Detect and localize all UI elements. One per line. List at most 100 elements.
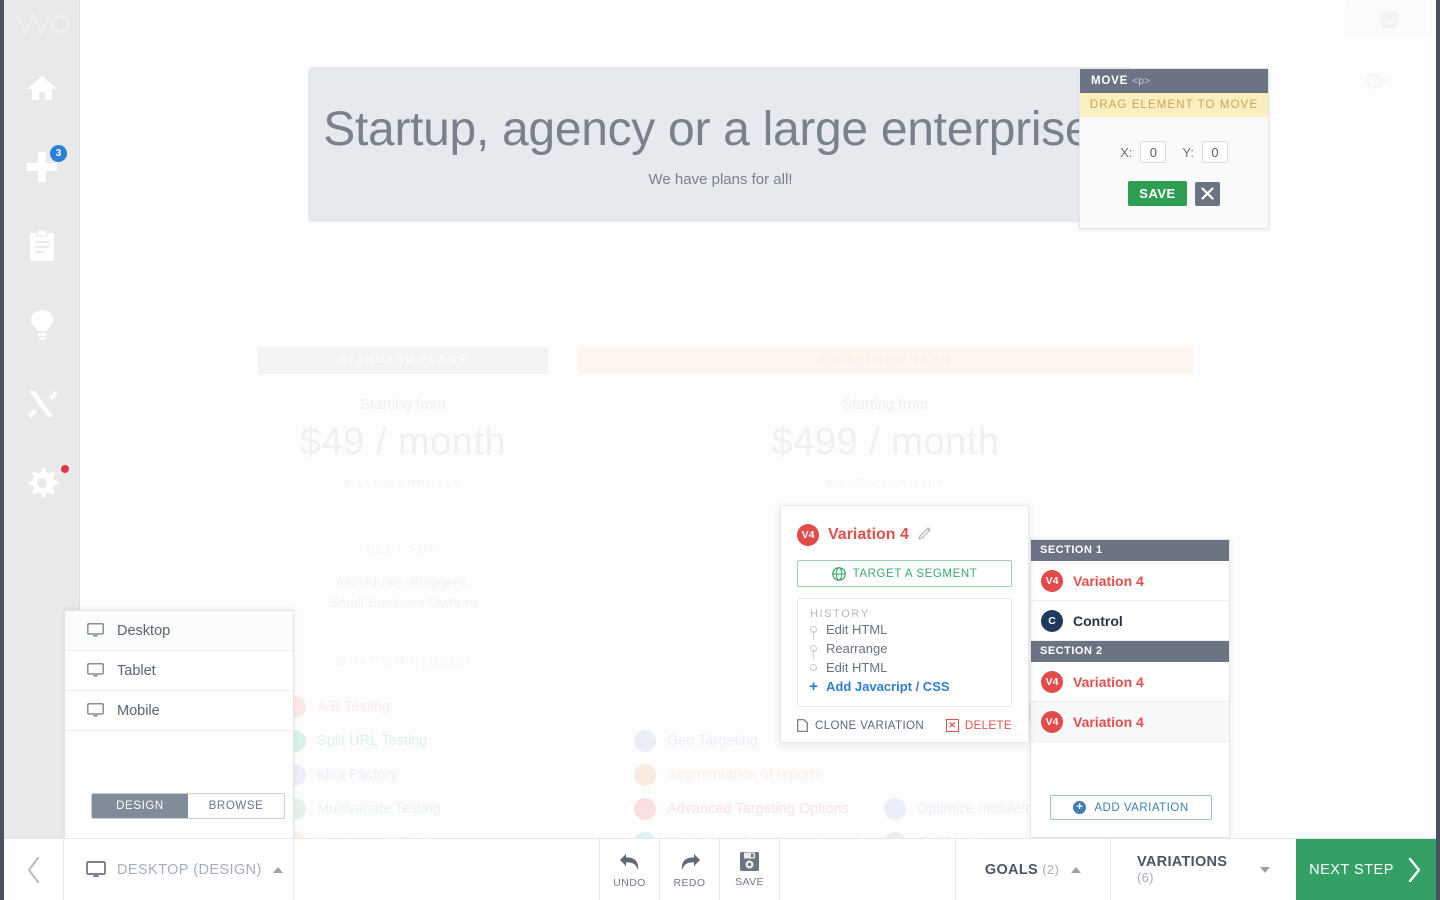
history-title: HISTORY bbox=[810, 608, 870, 620]
clipboard-icon bbox=[29, 228, 54, 261]
move-save-button[interactable]: SAVE bbox=[1128, 181, 1187, 206]
geo-targeting-icon bbox=[634, 730, 656, 753]
device-option-label: Tablet bbox=[117, 662, 156, 679]
variation-row-label: Variation 4 bbox=[1073, 572, 1144, 589]
list-item: Split URL Testing bbox=[284, 724, 548, 758]
feature-label: A/B Testing bbox=[317, 699, 391, 716]
save-button[interactable]: SAVE bbox=[719, 839, 779, 900]
standard-plan-header: STANDARD PLANS bbox=[258, 347, 548, 374]
history-item[interactable]: Rearrange bbox=[810, 630, 999, 658]
chevron-up-icon bbox=[1071, 866, 1082, 873]
feature-label: Geo Targeting bbox=[667, 733, 758, 750]
variations-section-header: SECTION 1 bbox=[1031, 540, 1229, 561]
feature-label: Segmentation of reports bbox=[667, 767, 822, 784]
variation-row-s2-v4-b[interactable]: V4 Variation 4 bbox=[1031, 702, 1229, 742]
redo-icon bbox=[681, 853, 700, 870]
sidebar-item-create[interactable]: 3 bbox=[4, 127, 79, 206]
tablet-icon bbox=[87, 663, 104, 677]
sidebar-item-home[interactable] bbox=[4, 48, 79, 127]
bottom-toolbar: DESKTOP (DESIGN) UNDO REDO SAVE GOALS (2… bbox=[4, 838, 1436, 900]
history-box: HISTORY Edit HTML Rearrange Edit HTML + … bbox=[797, 598, 1012, 707]
save-icon bbox=[740, 852, 759, 871]
variation-row-s1-v4[interactable]: V4 Variation 4 bbox=[1031, 561, 1229, 601]
move-y-label: Y: bbox=[1182, 144, 1194, 160]
hero-subheading: We have plans for all! bbox=[648, 170, 793, 188]
move-panel-title: MOVE <p> bbox=[1080, 69, 1268, 93]
enterprise-price: $499 / month bbox=[771, 421, 1000, 463]
add-variation-button[interactable]: + ADD VARIATION bbox=[1050, 795, 1212, 820]
variations-count: (6) bbox=[1137, 869, 1154, 885]
sidebar-item-reports[interactable] bbox=[4, 206, 79, 285]
page-avatar-widget bbox=[1346, 2, 1432, 36]
feature-label: Multivariate Testing bbox=[317, 801, 441, 818]
enterprise-plan-header: ENTERPRISE PLAN bbox=[578, 347, 1193, 374]
move-y-input[interactable] bbox=[1201, 141, 1228, 163]
device-option-tablet[interactable]: Tablet bbox=[65, 651, 293, 691]
edit-pencil-icon[interactable] bbox=[918, 526, 932, 545]
clone-icon bbox=[797, 719, 808, 732]
variations-dropdown[interactable]: VARIATIONS (6) bbox=[1110, 839, 1296, 900]
sidebar-item-settings[interactable] bbox=[4, 443, 79, 522]
standard-starting-from: Starting from bbox=[360, 396, 446, 413]
device-mode-suffix: (DESIGN) bbox=[193, 861, 262, 878]
sidebar-item-tools[interactable] bbox=[4, 364, 79, 443]
variation-chip: V4 bbox=[1041, 569, 1063, 592]
page-settings-widget bbox=[1366, 72, 1392, 95]
back-button[interactable] bbox=[4, 839, 64, 900]
history-item[interactable]: Edit HTML bbox=[810, 620, 999, 639]
variations-section-header: SECTION 2 bbox=[1031, 641, 1229, 662]
device-option-desktop[interactable]: Desktop bbox=[65, 611, 293, 651]
variation-chip: V4 bbox=[1041, 670, 1063, 693]
target-a-segment-button[interactable]: TARGET A SEGMENT bbox=[797, 560, 1012, 587]
next-step-label: NEXT STEP bbox=[1309, 861, 1394, 878]
standard-best-for-1: Individuals, Bloggers, bbox=[336, 574, 470, 590]
plus-circle-icon: + bbox=[1073, 801, 1087, 814]
history-item[interactable]: Edit HTML bbox=[810, 649, 999, 677]
add-js-css-item[interactable]: + Add Javacript / CSS bbox=[809, 677, 999, 696]
app-root: 3 Startup, agency or a large enterprise?… bbox=[0, 0, 1440, 900]
undo-button[interactable]: UNDO bbox=[599, 839, 659, 900]
redo-button[interactable]: REDO bbox=[659, 839, 719, 900]
variations-label: VARIATIONS bbox=[1137, 853, 1228, 870]
standard-feature-list: A/B Testing Split URL Testing Idea Facto… bbox=[258, 690, 548, 838]
enterprise-starting-from: Starting from bbox=[842, 396, 929, 413]
move-close-button[interactable] bbox=[1194, 181, 1220, 206]
settings-alert-dot bbox=[61, 465, 69, 473]
list-item: Website reviews by real people bbox=[634, 826, 884, 838]
variation-chip: V4 bbox=[797, 524, 819, 546]
toggle-browse[interactable]: BROWSE bbox=[188, 794, 284, 818]
variation-row-label: Variation 4 bbox=[1073, 713, 1144, 730]
move-x-input[interactable] bbox=[1140, 141, 1167, 163]
advanced-targeting-icon bbox=[634, 798, 656, 821]
device-option-mobile[interactable]: Mobile bbox=[65, 691, 293, 731]
move-drag-hint: DRAG ELEMENT TO MOVE bbox=[1080, 93, 1268, 117]
toggle-design[interactable]: DESIGN bbox=[92, 794, 188, 818]
next-step-button[interactable]: NEXT STEP bbox=[1296, 839, 1436, 900]
chevron-right-icon bbox=[1408, 857, 1421, 882]
enterprise-billing: BILLED ANNUALY bbox=[825, 478, 946, 490]
clone-variation-button[interactable]: CLONE VARIATION bbox=[797, 719, 924, 732]
device-selector-flyout: Desktop Tablet Mobile DESIGN BROWSE bbox=[64, 610, 294, 838]
feature-label: Split URL Testing bbox=[317, 733, 428, 750]
delete-x-icon: ✕ bbox=[945, 719, 959, 732]
list-item: Segmentation of reports bbox=[634, 758, 884, 792]
hero-banner[interactable]: Startup, agency or a large enterprise? W… bbox=[308, 67, 1133, 222]
variation-row-s1-control[interactable]: C Control bbox=[1031, 601, 1229, 641]
plus-icon: + bbox=[809, 678, 818, 695]
sidebar-item-ideas[interactable] bbox=[4, 285, 79, 364]
target-segment-label: TARGET A SEGMENT bbox=[852, 567, 978, 580]
delete-variation-button[interactable]: ✕ DELETE bbox=[945, 719, 1012, 732]
device-option-label: Mobile bbox=[117, 702, 160, 719]
control-chip: C bbox=[1041, 609, 1063, 632]
variation-row-label: Control bbox=[1073, 612, 1123, 629]
gear-icon bbox=[28, 467, 58, 498]
goals-label: GOALS bbox=[984, 861, 1038, 878]
device-mode-selector[interactable]: DESKTOP (DESIGN) bbox=[64, 839, 294, 900]
feature-label: Idea Factory bbox=[317, 767, 398, 784]
variation-row-s2-v4-a[interactable]: V4 Variation 4 bbox=[1031, 662, 1229, 702]
segmentation-icon bbox=[634, 764, 656, 787]
undo-label: UNDO bbox=[613, 876, 646, 889]
goals-dropdown[interactable]: GOALS (2) bbox=[955, 839, 1110, 900]
variation-popover: V4 Variation 4 TARGET A SEGMENT HISTORY … bbox=[780, 505, 1029, 743]
